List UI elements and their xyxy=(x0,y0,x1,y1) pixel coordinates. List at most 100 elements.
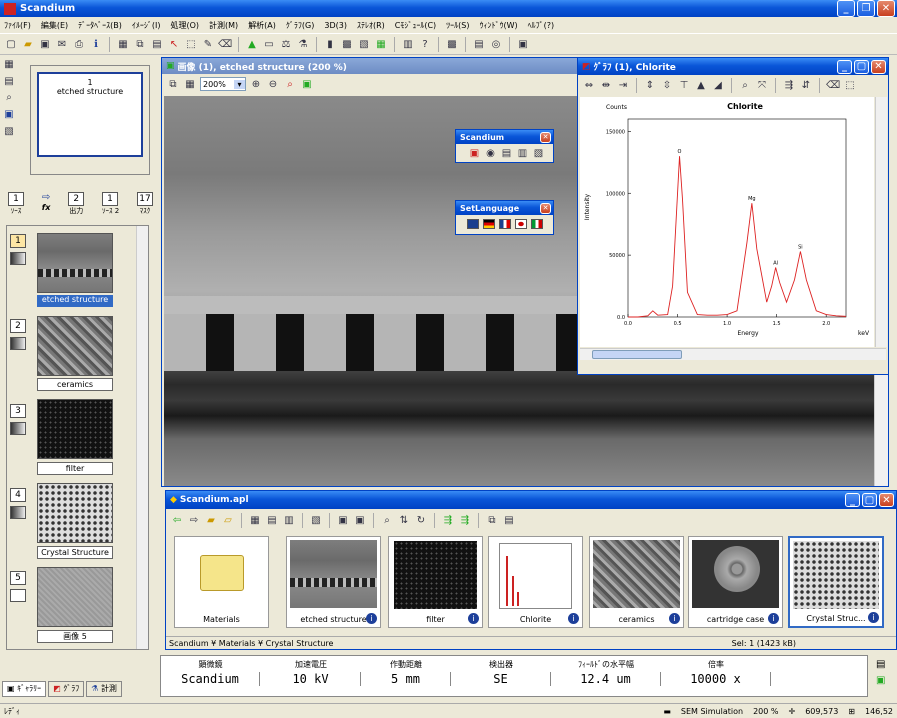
item-thumb[interactable] xyxy=(37,567,113,627)
tab-measure[interactable]: ⚗ 計測 xyxy=(86,681,122,697)
float-camera-icon[interactable]: ◉ xyxy=(484,146,498,160)
tool1-icon[interactable]: ▤ xyxy=(472,37,486,51)
menu-help[interactable]: ﾍﾙﾌﾟ(?) xyxy=(528,20,555,31)
tool3-icon[interactable]: ▣ xyxy=(516,37,530,51)
info-props-icon[interactable]: ▤ xyxy=(876,659,885,670)
tile-image[interactable]: ceramics i xyxy=(589,536,684,628)
minimize-button[interactable]: _ xyxy=(837,0,855,17)
tile-image[interactable]: cartridge case i xyxy=(688,536,783,628)
bars-icon[interactable]: ▮ xyxy=(323,37,337,51)
float-tool4-icon[interactable]: ▥ xyxy=(516,146,530,160)
graph-vpan-icon[interactable]: ⇕ xyxy=(643,78,657,92)
chart-icon[interactable]: ▲ xyxy=(245,37,259,51)
graph-reset-icon[interactable]: ⤧ xyxy=(755,78,769,92)
graph-zoom-icon[interactable]: ⌕ xyxy=(738,78,752,92)
tile-image-selected[interactable]: Crystal Struc... i xyxy=(788,536,884,628)
flag-japan-icon[interactable] xyxy=(514,219,527,229)
flag-italy-icon[interactable] xyxy=(530,219,543,229)
view-large-icon[interactable]: ▦ xyxy=(248,513,262,527)
tile-image[interactable]: filter i xyxy=(388,536,483,628)
item-thumb[interactable] xyxy=(37,399,113,459)
menu-tools[interactable]: ﾂｰﾙ(S) xyxy=(446,20,469,31)
item-label[interactable]: ceramics xyxy=(37,378,113,391)
menu-process[interactable]: 処理(O) xyxy=(170,20,199,31)
info-icon[interactable]: i xyxy=(669,613,680,624)
sort-icon[interactable]: ⇅ xyxy=(397,513,411,527)
graph-hsort-icon[interactable]: ⇶ xyxy=(782,78,796,92)
graph-vexpand-icon[interactable]: ⇳ xyxy=(660,78,674,92)
zoom-in-icon[interactable]: ⊕ xyxy=(249,77,263,91)
menu-image[interactable]: ｲﾒｰｼﾞ(I) xyxy=(132,20,161,31)
item-label[interactable]: filter xyxy=(37,462,113,475)
arrow-tool-icon[interactable]: ↖ xyxy=(167,37,181,51)
scandium-float-close[interactable]: ✕ xyxy=(540,131,551,143)
item-thumb[interactable] xyxy=(37,316,113,376)
copy-to-icon[interactable]: ⇶ xyxy=(458,513,472,527)
export-icon[interactable]: ▧ xyxy=(2,124,16,138)
search-icon[interactable]: ⌕ xyxy=(380,513,394,527)
info-icon[interactable]: i xyxy=(568,613,579,624)
close-button[interactable]: ✕ xyxy=(877,0,895,17)
email-icon[interactable]: ✉ xyxy=(55,37,69,51)
tile-folder[interactable]: Materials xyxy=(174,536,269,628)
graph-area-icon[interactable]: ◢ xyxy=(711,78,725,92)
menu-cmodule[interactable]: Cﾓｼﾞｭｰﾙ(C) xyxy=(395,20,436,31)
tab-graph[interactable]: ◩ ｸﾞﾗﾌ xyxy=(48,681,85,697)
menu-edit[interactable]: 編集(E) xyxy=(41,20,68,31)
paste-icon[interactable]: ▤ xyxy=(502,513,516,527)
zoom-out-icon[interactable]: ⊖ xyxy=(266,77,280,91)
folder-up-icon[interactable]: ▰ xyxy=(204,513,218,527)
grid-view-icon[interactable]: ▦ xyxy=(183,77,197,91)
props-icon[interactable]: ▧ xyxy=(309,513,323,527)
item-label[interactable]: Crystal Structure xyxy=(37,546,113,559)
view-small-icon[interactable]: ▤ xyxy=(265,513,279,527)
menu-analysis[interactable]: 解析(A) xyxy=(248,20,276,31)
arrow-fx-icon[interactable]: ⇨ xyxy=(42,192,51,203)
print-icon[interactable]: ⎙ xyxy=(72,37,86,51)
restore-button[interactable]: ❐ xyxy=(857,0,875,17)
paste-icon[interactable]: ▤ xyxy=(150,37,164,51)
zoom-select[interactable]: 200% ▾ xyxy=(200,77,246,91)
graph-select-icon[interactable]: ⬚ xyxy=(843,78,857,92)
float-tool3-icon[interactable]: ▤ xyxy=(500,146,514,160)
graph-expand-icon[interactable]: ⇹ xyxy=(599,78,613,92)
grid-icon[interactable]: ▦ xyxy=(374,37,388,51)
calc-icon[interactable]: ▥ xyxy=(401,37,415,51)
menu-stereo[interactable]: ｽﾃﾚｵ(R) xyxy=(357,20,385,31)
overview-icon[interactable]: ▣ xyxy=(300,77,314,91)
menu-file[interactable]: ﾌｧｲﾙ(F) xyxy=(4,20,31,31)
tile-image[interactable]: etched structure i xyxy=(286,536,381,628)
info-icon[interactable]: i xyxy=(366,613,377,624)
source2-badge[interactable]: 1 xyxy=(101,192,118,206)
graph-peak-icon[interactable]: ▲ xyxy=(694,78,708,92)
info-icon[interactable]: ℹ xyxy=(89,37,103,51)
move-icon[interactable]: ⇶ xyxy=(441,513,455,527)
forward-icon[interactable]: ⇨ xyxy=(187,513,201,527)
graph-maximize-button[interactable]: ▢ xyxy=(854,59,869,74)
tool2-icon[interactable]: ◎ xyxy=(489,37,503,51)
new-folder-icon[interactable]: ▱ xyxy=(221,513,235,527)
float-tool5-icon[interactable]: ▧ xyxy=(532,146,546,160)
refresh-icon[interactable]: ↻ xyxy=(414,513,428,527)
measure-icon[interactable]: ⚖ xyxy=(279,37,293,51)
view-list-icon[interactable]: ▥ xyxy=(282,513,296,527)
item-label-selected[interactable]: etched structure xyxy=(37,295,113,307)
table-icon[interactable]: ▦ xyxy=(2,58,16,72)
menu-database[interactable]: ﾃﾞｰﾀﾍﾞｰｽ(B) xyxy=(78,20,122,31)
export-icon[interactable]: ▣ xyxy=(353,513,367,527)
zoom-reset-icon[interactable]: ⌕ xyxy=(283,77,297,91)
tab-gallery[interactable]: ▣ ｷﾞｬﾗﾘｰ xyxy=(2,681,47,697)
setlanguage-close[interactable]: ✕ xyxy=(540,202,551,214)
flag-france-icon[interactable] xyxy=(498,219,511,229)
output-badge[interactable]: 2 xyxy=(68,192,85,206)
graph-vscrollbar[interactable] xyxy=(875,97,887,347)
graph-minimize-button[interactable]: _ xyxy=(837,59,852,74)
menu-window[interactable]: ｳｨﾝﾄﾞｳ(W) xyxy=(480,20,518,31)
save-icon[interactable]: ▣ xyxy=(38,37,52,51)
graph-hscrollbar[interactable] xyxy=(580,348,886,360)
menu-measure[interactable]: 計測(M) xyxy=(209,20,238,31)
report-icon[interactable]: ▧ xyxy=(357,37,371,51)
graph-fit-icon[interactable]: ⇥ xyxy=(616,78,630,92)
menu-graph[interactable]: ｸﾞﾗﾌ(G) xyxy=(286,20,314,31)
help-icon[interactable]: ? xyxy=(418,37,432,51)
